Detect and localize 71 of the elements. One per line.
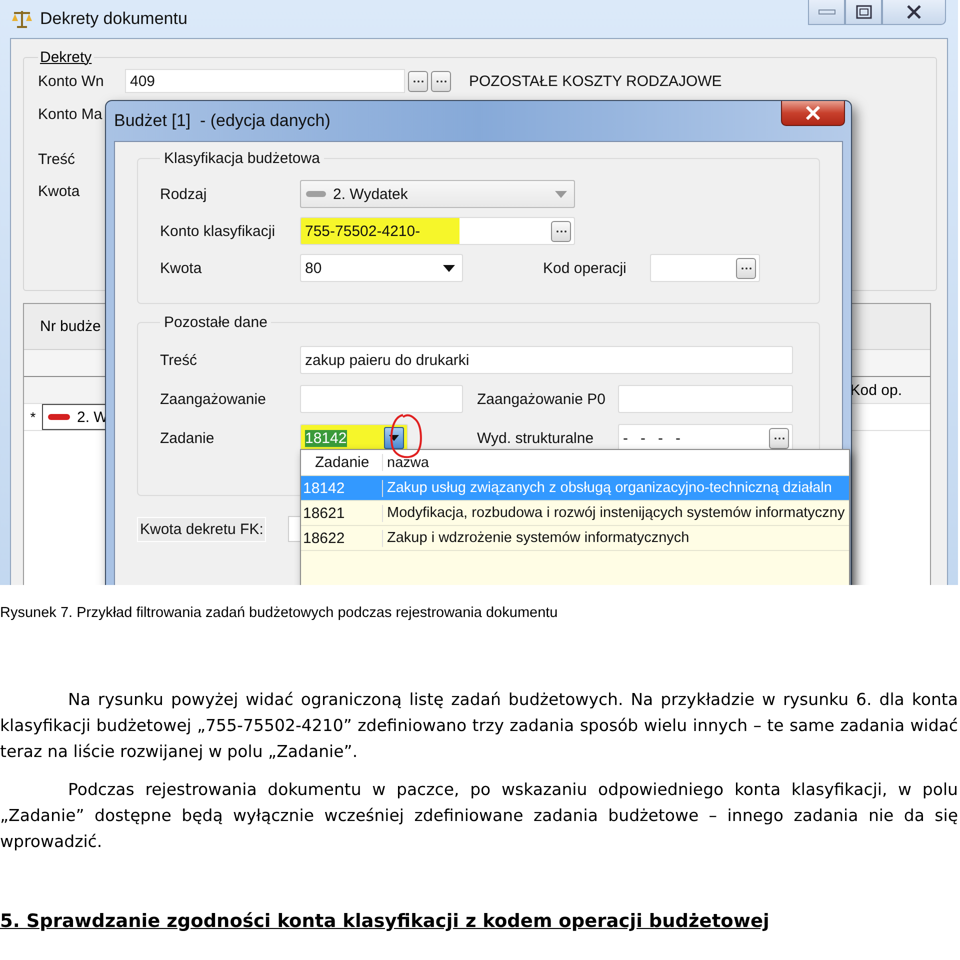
row-marker: * (29, 409, 37, 425)
table-cell-text: Zakup usług związanych z obsługą organizacyjno-techniczną działaln (386, 480, 832, 496)
group-title: Dekrety (39, 49, 93, 66)
field-value: - - - - (623, 430, 680, 446)
browse-button[interactable] (551, 220, 571, 242)
list-row[interactable]: 18621 Modyfikacja, rozbudowa i rozwój instenijących systemów informatyczny (301, 501, 849, 526)
table-cell: 18621 (301, 504, 383, 522)
field-label: Wyd. strukturalne (477, 430, 595, 446)
field-label: Rodzaj (160, 186, 208, 202)
field-value: 2. Wydatek (333, 186, 408, 202)
text-field[interactable] (300, 385, 463, 413)
table-cell-text: Modyfikacja, rozbudowa i rozwój instenijących systemów informatyczny (386, 505, 845, 521)
field-label: Treść (38, 150, 76, 168)
dropdown-button[interactable] (384, 427, 404, 449)
combo-box[interactable]: 80 (300, 254, 463, 282)
maximize-icon (856, 5, 872, 19)
close-icon (805, 106, 821, 120)
field-label: Kwota dekretu FK: (137, 516, 266, 542)
browse-button[interactable] (769, 428, 789, 448)
field-value: 80 (305, 260, 322, 276)
maximize-button[interactable] (845, 0, 882, 25)
group-title: Pozostałe dane (163, 314, 268, 331)
table-cell: 18142 (301, 480, 383, 496)
field-label: Kwota (38, 182, 81, 200)
field-label: Kwota (160, 260, 203, 276)
close-button[interactable] (781, 101, 845, 126)
dialog-title: Budżet [1] - (edycja danych) (114, 111, 330, 131)
caret-icon[interactable] (443, 264, 455, 272)
group-title: Klasyfikacja budżetowa (163, 150, 321, 167)
field-label: Kod operacji (543, 260, 628, 276)
column-header: nazwa (386, 454, 429, 470)
text-field[interactable]: zakup paieru do drukarki (300, 346, 793, 374)
browse-button[interactable] (431, 70, 451, 92)
field-value: 18142 (305, 430, 347, 446)
close-button[interactable] (882, 0, 946, 25)
figure-caption: Rysunek 7. Przykład filtrowania zadań budżetowych podczas rejestrowania dokumentu (0, 605, 559, 621)
ellipsis-icon (412, 80, 424, 82)
section-heading: 5. Sprawdzanie zgodności konta klasyfikacji z kodem operacji budżetowej (0, 911, 770, 932)
minimize-icon (818, 8, 836, 16)
field-value: 755-75502-4210- (305, 222, 420, 240)
ellipsis-icon (556, 230, 566, 232)
paragraph: Na rysunku powyżej widać ograniczoną listę zadań budżetowych. Na przykładzie w rysunku 6. dla konta klasyfikacji budżetowej „755-75502-4210” zdefiniowano trzy zadania sposób wielu innych – te same zadania widać teraz na liście rozwijanej w polu „Zadanie”. (0, 689, 958, 763)
field-label: Konto klasyfikacji (160, 222, 276, 240)
caret-icon (389, 435, 399, 441)
dash-icon (305, 190, 327, 198)
table-cell: 18622 (301, 530, 383, 546)
column-header: Zadanie (301, 454, 383, 471)
account-name: POZOSTAŁE KOSZTY RODZAJOWE (469, 72, 722, 90)
lookup-field[interactable]: 755-75502-4210- (300, 217, 575, 245)
list-row[interactable]: 18622 Zakup i wdzrożenie systemów informatycznych (301, 526, 849, 551)
field-label: Zaangażowanie (160, 390, 267, 408)
text-field[interactable] (618, 385, 793, 413)
paragraph: Podczas rejestrowania dokumentu w paczce, po wskazaniu odpowiedniego konta klasyfikacji, w polu „Zadanie” dostępne będą wyłącznie wcześniej zdefiniowane zadania budżetowe – innego zadania nie da się wprowadzić. (0, 779, 958, 853)
field-label: Zadanie (160, 430, 216, 446)
field-label: Konto Wn (38, 72, 105, 90)
browse-button[interactable] (736, 258, 756, 278)
field-label: Zaangażowanie P0 (477, 390, 606, 408)
close-icon (906, 5, 922, 19)
ellipsis-icon (436, 80, 446, 82)
table-cell-text: Zakup i wdzrożenie systemów informatycznych (386, 530, 690, 546)
dash-icon (47, 413, 71, 421)
field-label: Treść (160, 352, 198, 368)
lookup-field[interactable] (650, 254, 760, 282)
column-header: Nr budże (40, 318, 101, 335)
window-title: Dekrety dokumentu (40, 9, 188, 29)
ellipsis-icon (740, 266, 752, 270)
browse-button[interactable] (408, 70, 428, 92)
scales-icon (10, 9, 34, 29)
ellipsis-icon (774, 436, 784, 440)
field-value: zakup paieru do drukarki (305, 352, 470, 368)
text-field[interactable]: 409 (125, 69, 405, 93)
